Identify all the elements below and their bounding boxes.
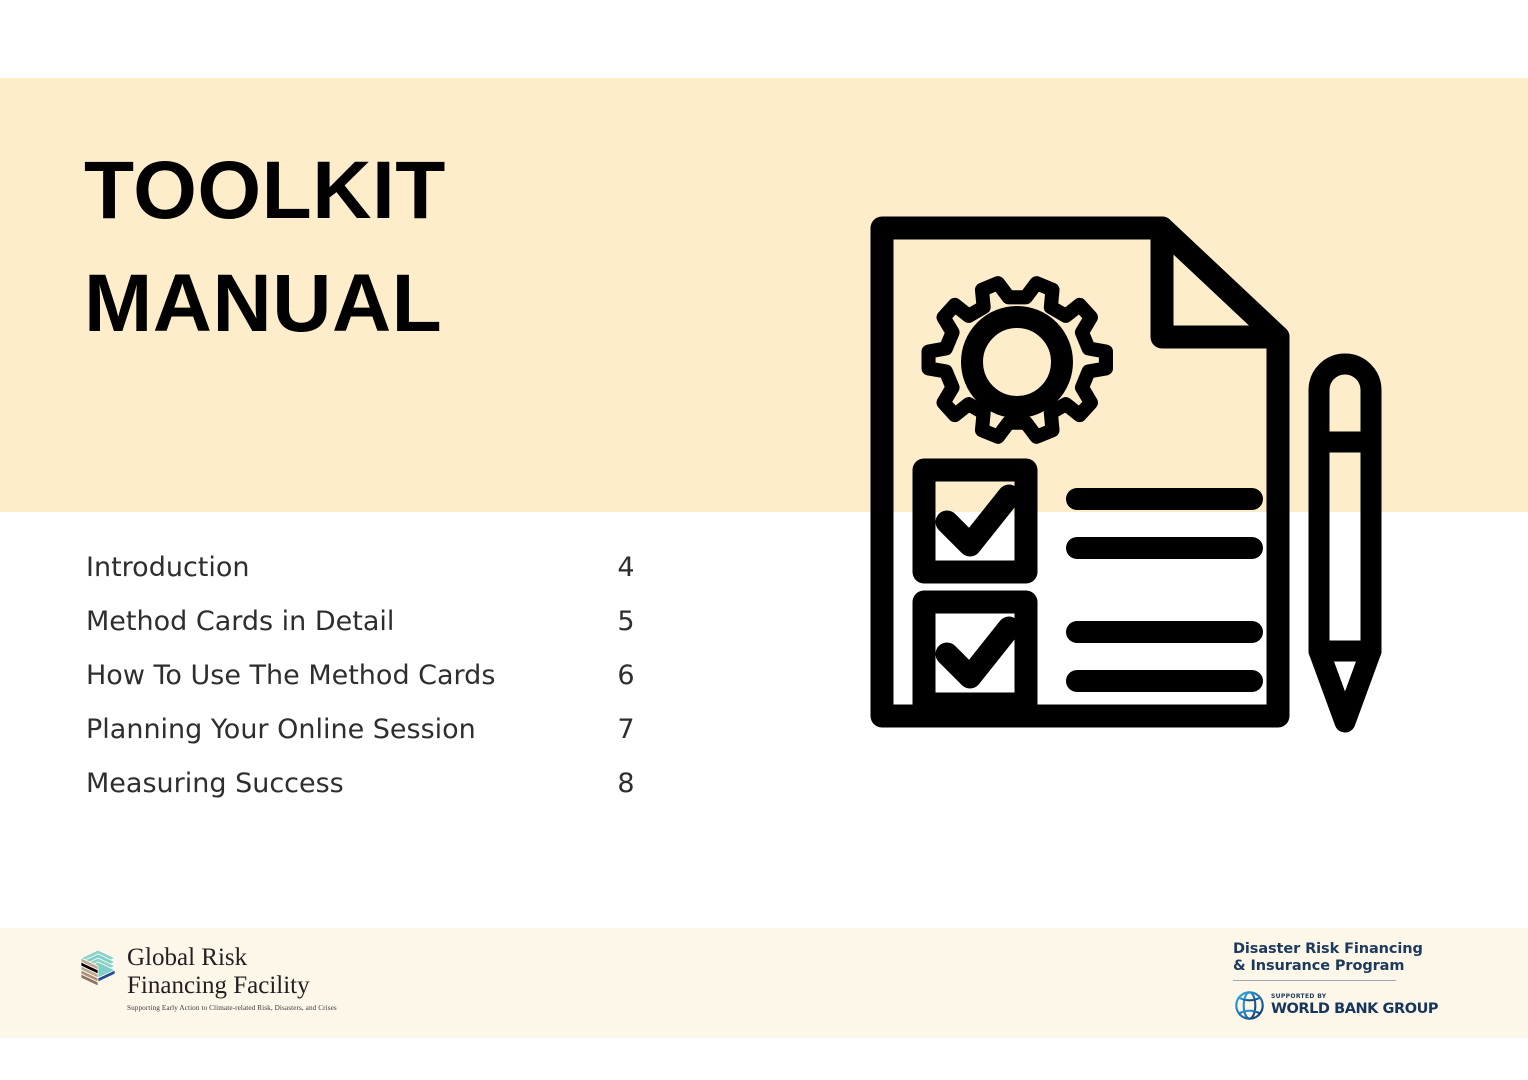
toc-entry-label: Planning Your Online Session bbox=[86, 714, 476, 745]
grif-logo: Global Risk Financing Facility Supportin… bbox=[78, 944, 337, 1013]
grif-wordmark: Global Risk Financing Facility Supportin… bbox=[127, 944, 337, 1013]
grif-tagline: Supporting Early Action to Climate-relat… bbox=[127, 1004, 337, 1012]
toc-entry-label: Measuring Success bbox=[86, 768, 344, 799]
toc-entry-page-number: 7 bbox=[617, 714, 635, 745]
page-title: TOOLKIT MANUAL bbox=[84, 134, 704, 360]
toc-entry-label: How To Use The Method Cards bbox=[86, 660, 496, 691]
grif-name-line-1: Global Risk bbox=[127, 944, 248, 971]
toc-entry-page-number: 4 bbox=[617, 552, 635, 583]
toolkit-illustration bbox=[862, 192, 1422, 752]
checkmark-1 bbox=[935, 484, 1021, 557]
toc-entry-page-number: 6 bbox=[617, 660, 635, 691]
toc-entry-introduction[interactable]: Introduction 4 bbox=[86, 552, 646, 606]
world-bank-lockup: SUPPORTED BY WORLD BANK GROUP bbox=[1233, 989, 1439, 1022]
toc-entry-label: Introduction bbox=[86, 552, 250, 583]
supported-by-label: SUPPORTED BY bbox=[1271, 992, 1327, 1000]
world-bank-wordmark: SUPPORTED BY WORLD BANK GROUP bbox=[1271, 992, 1439, 1017]
toc-entry-label: Method Cards in Detail bbox=[86, 606, 395, 637]
world-bank-logo-block: Disaster Risk Financing & Insurance Prog… bbox=[1233, 941, 1439, 1022]
gear-icon bbox=[921, 276, 1113, 444]
globe-icon bbox=[1235, 990, 1264, 1020]
toc-entry-page-number: 5 bbox=[617, 606, 635, 637]
world-bank-group-name: WORLD BANK GROUP bbox=[1271, 1000, 1439, 1017]
toc-entry-planning-your-online-session[interactable]: Planning Your Online Session 7 bbox=[86, 714, 646, 768]
table-of-contents: Introduction 4 Method Cards in Detail 5 … bbox=[86, 552, 646, 822]
drfi-program-line-1: Disaster Risk Financing bbox=[1233, 941, 1423, 957]
toc-entry-method-cards-in-detail[interactable]: Method Cards in Detail 5 bbox=[86, 606, 646, 660]
pencil-icon bbox=[1308, 353, 1382, 733]
title-line-1: TOOLKIT bbox=[84, 145, 446, 236]
title-line-2: MANUAL bbox=[84, 258, 443, 350]
checkmark-2 bbox=[935, 616, 1021, 689]
grif-name-line-2: Financing Facility bbox=[127, 972, 310, 999]
drfi-program-line-2: & Insurance Program bbox=[1233, 957, 1405, 974]
toc-entry-measuring-success[interactable]: Measuring Success 8 bbox=[86, 768, 646, 822]
grif-cube-icon bbox=[80, 949, 116, 987]
toc-entry-how-to-use-the-method-cards[interactable]: How To Use The Method Cards 6 bbox=[86, 660, 646, 714]
divider bbox=[1233, 979, 1396, 981]
toc-entry-page-number: 8 bbox=[617, 768, 635, 799]
